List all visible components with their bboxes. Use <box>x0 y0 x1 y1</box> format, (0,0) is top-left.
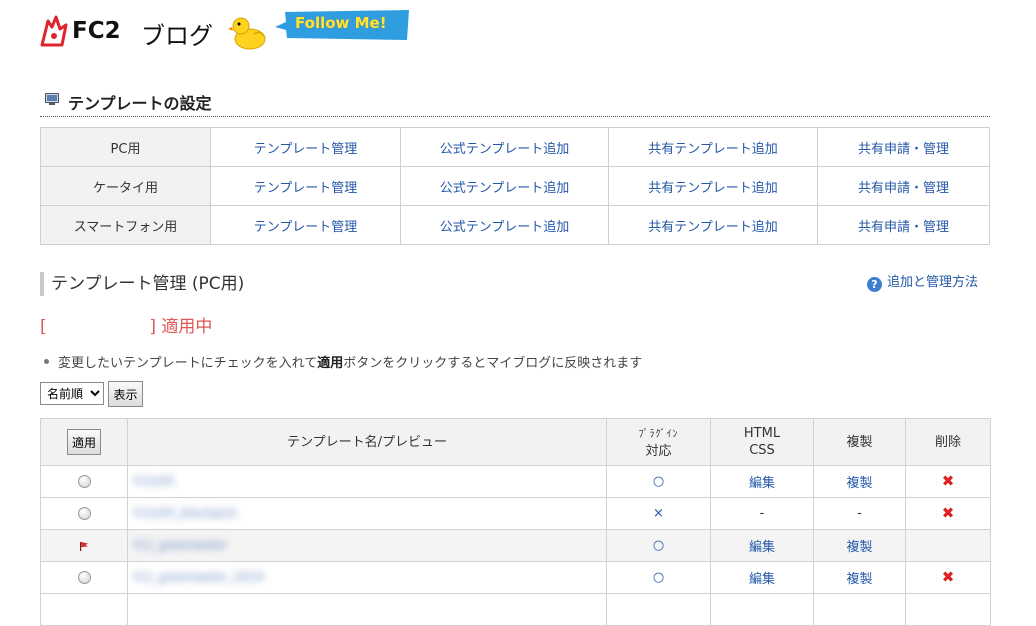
shared-apply-manage-link[interactable]: 共有申請・管理 <box>858 220 949 235</box>
template-name-link[interactable]: fc2_greenwater_2019 <box>134 570 264 584</box>
plugin-header-line2: 対応 <box>645 443 672 459</box>
delete-header: 削除 <box>905 418 991 466</box>
sort-order-select[interactable]: 名前順 <box>40 382 104 405</box>
plugin-support: ○ <box>606 561 711 594</box>
template-settings-table: PC用 テンプレート管理 公式テンプレート追加 共有テンプレート追加 共有申請・… <box>40 127 990 245</box>
edit-unavailable: - <box>710 497 814 530</box>
notice-bold: 適用 <box>317 356 344 371</box>
settings-row-pc: PC用 テンプレート管理 公式テンプレート追加 共有テンプレート追加 共有申請・… <box>40 127 990 167</box>
table-row: fc2_greenwater_2019 ○ 編集 複製 ✖ <box>40 561 991 594</box>
template-manage-link[interactable]: テンプレート管理 <box>254 220 358 235</box>
help-add-manage-link[interactable]: ? 追加と管理方法 <box>867 273 978 293</box>
plugin-header-line1: ﾌﾟﾗｸﾞｲﾝ <box>638 428 679 440</box>
follow-me-label: Follow Me! <box>295 14 387 32</box>
delete-icon[interactable]: ✖ <box>942 473 955 489</box>
plugin-header: ﾌﾟﾗｸﾞｲﾝ 対応 <box>606 418 711 466</box>
plugin-support: ○ <box>606 529 711 562</box>
html-header-line1: HTML <box>743 426 781 441</box>
template-settings-heading: テンプレートの設定 <box>40 88 990 117</box>
plugin-support: × <box>606 497 711 530</box>
edit-link[interactable]: 編集 <box>749 476 775 491</box>
table-row: fc2v05 ○ 編集 複製 ✖ <box>40 465 991 498</box>
copy-link[interactable]: 複製 <box>846 476 872 491</box>
help-icon: ? <box>867 277 882 292</box>
follow-me-button[interactable]: Follow Me! <box>273 10 411 40</box>
settings-row-mobile: ケータイ用 テンプレート管理 公式テンプレート追加 共有テンプレート追加 共有申… <box>40 166 990 206</box>
table-row: fc2v05_blackjack × - - ✖ <box>40 497 991 530</box>
table-row-partial <box>40 593 991 626</box>
copy-header: 複製 <box>813 418 906 466</box>
name-header: テンプレート名/プレビュー <box>127 418 607 466</box>
template-name-link[interactable]: fc2v05_blackjack <box>134 506 237 520</box>
shared-template-add-link[interactable]: 共有テンプレート追加 <box>648 220 778 235</box>
plugin-support: ○ <box>606 465 711 498</box>
copy-link[interactable]: 複製 <box>846 540 872 555</box>
apply-button[interactable]: 適用 <box>67 429 101 455</box>
template-list-table: 適用 テンプレート名/プレビュー ﾌﾟﾗｸﾞｲﾝ 対応 HTML CSS 複製 削除… <box>40 418 991 626</box>
official-template-add-link[interactable]: 公式テンプレート追加 <box>440 220 570 235</box>
delete-icon[interactable]: ✖ <box>942 505 955 521</box>
template-manage-title: テンプレート管理 (PC用) <box>40 272 244 296</box>
notice-before: 変更したいテンプレートにチェックを入れて <box>58 356 318 371</box>
row-label: スマートフォン用 <box>40 205 211 245</box>
show-button[interactable]: 表示 <box>108 381 143 407</box>
section-title: テンプレートの設定 <box>68 94 212 113</box>
monitor-icon <box>45 93 59 105</box>
template-name-link[interactable]: fc2v05 <box>134 474 175 488</box>
edit-link[interactable]: 編集 <box>749 540 775 555</box>
applied-template-status: [ ] 適用中 <box>40 312 212 337</box>
delete-empty <box>905 529 991 562</box>
fc2-mascot-icon <box>40 15 68 47</box>
apply-header: 適用 <box>40 418 128 466</box>
blog-logo-text: ブログ <box>141 22 213 50</box>
fc2-logo-text: FC2 <box>72 18 121 44</box>
delete-icon[interactable]: ✖ <box>942 569 955 585</box>
template-radio[interactable] <box>77 571 91 584</box>
fc2-blog-logo[interactable]: FC2 ブログ Follow Me! <box>38 8 418 52</box>
instruction-notice: 変更したいテンプレートにチェックを入れて適用ボタンをクリックするとマイブログに反… <box>44 352 642 371</box>
settings-row-smartphone: スマートフォン用 テンプレート管理 公式テンプレート追加 共有テンプレート追加 … <box>40 205 990 245</box>
row-label: PC用 <box>40 127 211 167</box>
applied-close-label: ] 適用中 <box>149 317 213 337</box>
row-label: ケータイ用 <box>40 166 211 206</box>
help-link-label: 追加と管理方法 <box>887 275 979 290</box>
notice-after: ボタンをクリックするとマイブログに反映されます <box>343 356 643 371</box>
copy-link[interactable]: 複製 <box>846 572 872 587</box>
official-template-add-link[interactable]: 公式テンプレート追加 <box>440 181 570 196</box>
edit-link[interactable]: 編集 <box>749 572 775 587</box>
shared-apply-manage-link[interactable]: 共有申請・管理 <box>858 142 949 157</box>
shared-template-add-link[interactable]: 共有テンプレート追加 <box>648 142 778 157</box>
html-css-header: HTML CSS <box>710 418 814 466</box>
html-header-line2: CSS <box>749 443 775 458</box>
template-radio[interactable] <box>77 475 91 488</box>
bullet-icon <box>44 359 49 364</box>
shared-template-add-link[interactable]: 共有テンプレート追加 <box>648 181 778 196</box>
template-manage-link[interactable]: テンプレート管理 <box>254 142 358 157</box>
official-template-add-link[interactable]: 公式テンプレート追加 <box>440 142 570 157</box>
table-header-row: 適用 テンプレート名/プレビュー ﾌﾟﾗｸﾞｲﾝ 対応 HTML CSS 複製 削除 <box>40 418 991 466</box>
copy-unavailable: - <box>813 497 906 530</box>
template-radio[interactable] <box>77 507 91 520</box>
current-flag-icon <box>80 541 88 551</box>
template-name-link[interactable]: fc2_greenwater <box>134 538 227 552</box>
template-manage-link[interactable]: テンプレート管理 <box>254 181 358 196</box>
duck-mascot-icon <box>228 17 266 50</box>
table-row-current: fc2_greenwater ○ 編集 複製 <box>40 529 991 562</box>
shared-apply-manage-link[interactable]: 共有申請・管理 <box>858 181 949 196</box>
applied-open-bracket: [ <box>40 317 47 337</box>
